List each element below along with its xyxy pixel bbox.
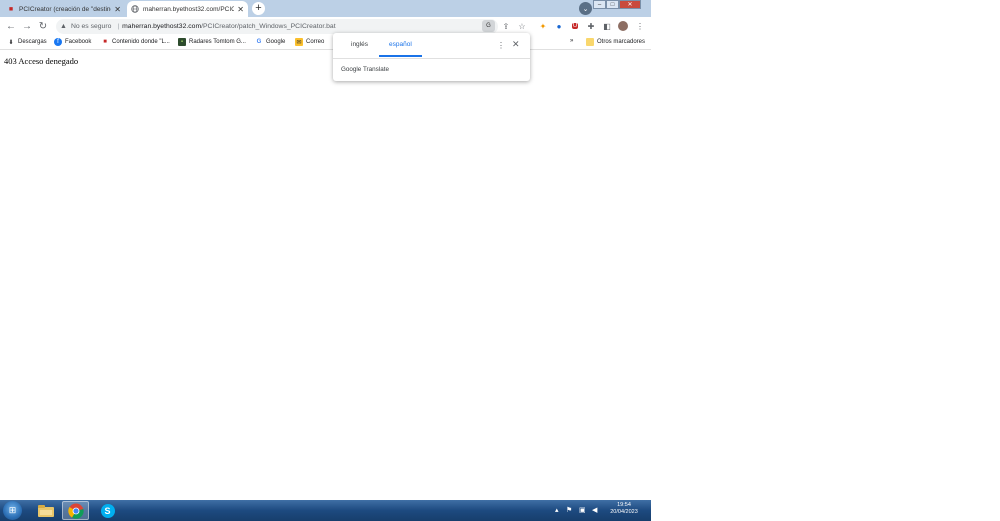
skype-taskbar-button[interactable]: S [94,501,121,520]
translate-brand-label: Google Translate [341,66,389,73]
flag-icon[interactable]: ⚑ [566,506,572,514]
bookmark-facebook[interactable]: f Facebook [54,38,91,46]
bookmark-label: Contenido donde "L... [112,39,170,45]
security-label[interactable]: No es seguro [71,23,111,30]
ublock-icon[interactable]: U [570,21,580,31]
url-text[interactable]: maherran.byethost32.com/PCICreator/patch… [122,23,335,30]
share-icon[interactable]: ⇪ [501,21,511,31]
browser-window: ■ PCICreator (creación de "destino ✕ mah… [0,0,651,521]
puzzle-icon[interactable]: ✚ [586,21,596,31]
download-icon: ⬇ [8,39,14,46]
tray-expand-icon[interactable]: ▴ [555,506,559,514]
bookmarks-overflow-button[interactable]: » [570,38,573,44]
chrome-taskbar-button[interactable] [62,501,89,520]
bookmark-correo[interactable]: ✉ Correo [295,38,324,46]
side-panel-icon[interactable]: ◧ [602,21,612,31]
tab-search-button[interactable]: ⌄ [579,2,592,15]
more-options-icon[interactable]: ⋮ [497,41,505,50]
star-icon[interactable]: ☆ [517,21,527,31]
extension-orange-icon[interactable]: ✦ [538,21,548,31]
bookmarks-bar: ⬇ Descargas f Facebook ■ Contenido donde… [0,36,651,50]
facebook-icon: f [54,38,62,46]
tab-maherran[interactable]: maherran.byethost32.com/PCIC ✕ [127,1,248,17]
bookmark-label: Correo [306,39,325,45]
bookmark-label: Descargas [18,39,47,45]
translate-popup: inglés español ⋮ ✕ Google Translate [333,33,530,81]
bookmark-icon: ■ [103,39,107,45]
separator: | [117,23,120,30]
folder-icon: ■ [586,38,594,46]
bookmark-google[interactable]: G Google [255,38,286,46]
translate-icon[interactable]: G [482,20,495,32]
radar-icon: ▪ [178,38,186,46]
url-host: maherran.byethost32.com [122,23,202,30]
new-tab-button[interactable]: + [252,2,265,15]
address-bar[interactable]: ▲ No es seguro | maherran.byethost32.com… [56,19,498,34]
globe-icon [131,5,139,13]
network-icon[interactable]: ▣ [579,506,586,514]
bookmark-descargas[interactable]: ⬇ Descargas [7,38,47,46]
bookmark-label: Radares Tomtom G... [189,39,246,45]
tab-pcicreator[interactable]: ■ PCICreator (creación de "destino ✕ [3,1,125,17]
menu-icon[interactable]: ⋮ [635,21,645,31]
close-icon[interactable]: ✕ [114,5,121,14]
start-button[interactable]: ⊞ [3,501,22,520]
other-bookmarks-label: Otros marcadores [597,39,646,45]
other-bookmarks[interactable]: ■ Otros marcadores [586,38,645,46]
google-icon: G [256,39,262,45]
clock-date: 20/04/2023 [610,509,638,515]
translate-language-tabs: inglés español ⋮ ✕ [333,33,530,59]
avatar[interactable] [618,21,628,31]
browser-toolbar: ← → ↻ ▲ No es seguro | maherran.byethost… [0,17,651,36]
explorer-taskbar-button[interactable] [32,501,59,520]
tab-title: maherran.byethost32.com/PCIC [143,5,235,13]
bookmark-contenido[interactable]: ■ Contenido donde "L... [101,38,170,46]
folder-icon [37,504,54,517]
back-arrow-icon[interactable]: ← [5,20,17,32]
red-flag-icon: ■ [8,5,14,13]
overflow-chevron-icon: » [570,38,574,44]
close-icon[interactable]: ✕ [237,5,244,14]
selected-tab-indicator [379,55,422,57]
url-path: /PCICreator/patch_Windows_PCICreator.bat [201,23,336,30]
tab-title: PCICreator (creación de "destino [19,5,112,13]
windows-taskbar: ⊞ S ▴ ⚑ ▣ ◀ 19:54 20/04/2023 [0,500,651,521]
bookmark-radares[interactable]: ▪ Radares Tomtom G... [178,38,246,46]
minimize-button[interactable]: – [593,0,606,9]
mail-icon: ✉ [295,38,303,46]
maximize-button[interactable]: □ [606,0,619,9]
tab-strip: ■ PCICreator (creación de "destino ✕ mah… [0,0,651,17]
tab-source-language[interactable]: inglés [351,41,368,48]
window-close-button[interactable]: ✕ [619,0,641,9]
system-clock[interactable]: 19:54 20/04/2023 [604,502,644,516]
forward-arrow-icon[interactable]: → [21,20,33,32]
tab-target-language[interactable]: español [389,41,412,48]
bookmark-label: Facebook [65,39,92,45]
warning-icon[interactable]: ▲ [60,23,67,30]
chrome-icon [67,503,84,519]
skype-icon: S [100,503,115,518]
clock-time: 19:54 [617,502,631,508]
bookmark-label: Google [266,39,286,45]
close-icon[interactable]: ✕ [512,39,520,50]
extension-blue-icon[interactable]: ● [554,21,564,31]
reload-icon[interactable]: ↻ [37,20,49,32]
page-body-text: 403 Acceso denegado [4,56,79,66]
volume-icon[interactable]: ◀ [592,506,597,514]
